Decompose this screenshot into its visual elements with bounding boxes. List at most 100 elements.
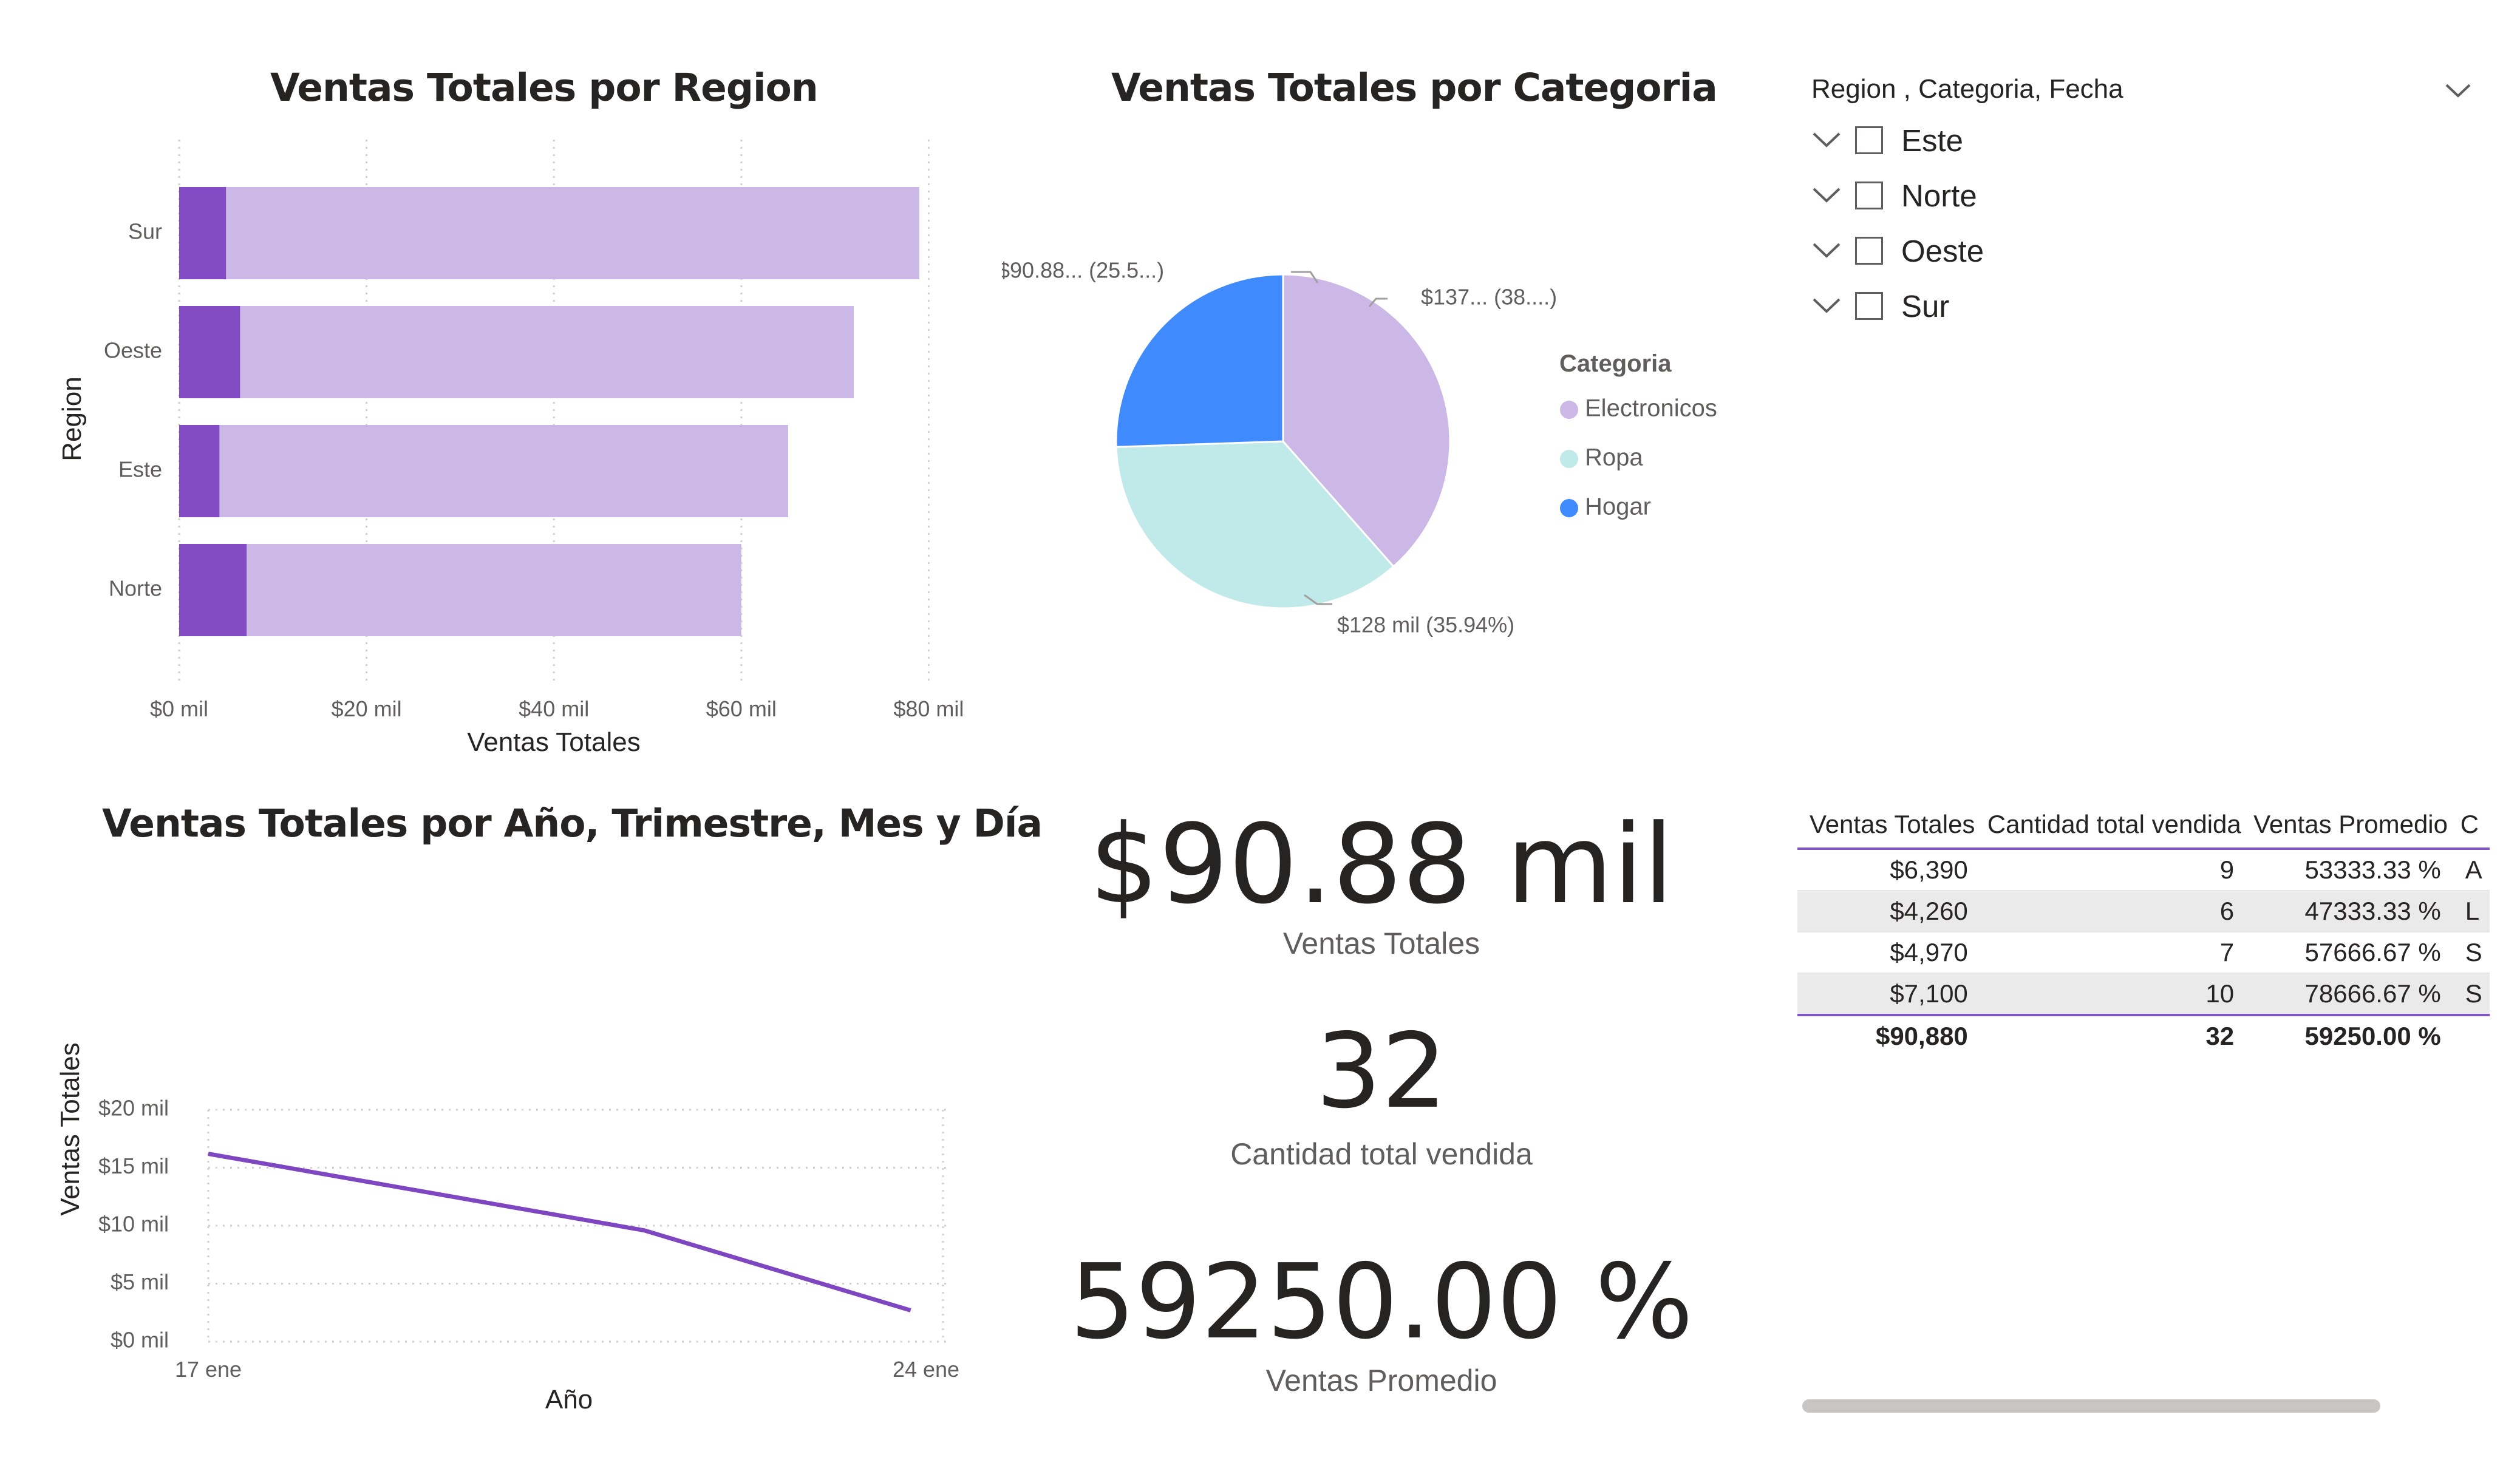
table-cell: 47333.33 % — [2241, 891, 2448, 932]
pie-chart[interactable]: $137... (38....) $128 mil (35.94%) $90.8… — [1002, 231, 1791, 656]
line-chart-title: Ventas Totales por Año, Trimestre, Mes y… — [102, 801, 1043, 846]
table-cell: $6,390 — [1797, 849, 1975, 891]
slicer-header[interactable]: Region , Categoria, Fecha — [1811, 74, 2491, 110]
line-chart-ylabel: Ventas Totales — [55, 1042, 85, 1215]
chevron-down-icon[interactable] — [1811, 291, 1842, 321]
checkbox[interactable] — [1855, 182, 1883, 209]
pie-label-ropa: $128 mil (35.94%) — [1337, 613, 1514, 637]
x-tick-label: $0 mil — [150, 696, 208, 721]
table-cell: S — [2448, 932, 2490, 974]
legend-marker — [1560, 499, 1578, 517]
pie-label-hogar: $90.88... (25.5...) — [1002, 258, 1164, 283]
table-cell: A — [2448, 849, 2490, 891]
table-row[interactable]: $4,970 7 57666.67 % S — [1797, 932, 2490, 974]
table-cell: 53333.33 % — [2241, 849, 2448, 891]
bar-segment-highlight — [179, 187, 226, 279]
checkbox[interactable] — [1855, 237, 1883, 265]
category-label: Oeste — [104, 338, 162, 363]
card-sales-label: Ventas Totales — [1282, 926, 1480, 960]
checkbox[interactable] — [1855, 126, 1883, 154]
table-cell: $4,260 — [1797, 891, 1975, 932]
card-qty-value: 32 — [1315, 1011, 1448, 1132]
table-cell: 7 — [1975, 932, 2242, 974]
table-cell: $4,970 — [1797, 932, 1975, 974]
x-tick-label: 24 ene — [893, 1357, 959, 1382]
bar-chart[interactable]: Sur Oeste Este Norte $0 mil $20 mil $40 mil $6… — [0, 109, 1002, 765]
table-row[interactable]: $4,260 6 47333.33 % L — [1797, 891, 2490, 932]
slicer-item-oeste[interactable]: Oeste — [1811, 229, 2176, 273]
line-series — [208, 1152, 911, 1313]
bar-chart-title: Ventas Totales por Region — [270, 66, 819, 110]
chevron-down-icon[interactable] — [1811, 125, 1842, 155]
slicer-item-este[interactable]: Este — [1811, 118, 2176, 162]
y-tick-label: $15 mil — [98, 1153, 169, 1178]
chevron-down-icon[interactable] — [1811, 180, 1842, 211]
table-cell — [2448, 1014, 2490, 1056]
legend-label: Electronicos — [1585, 395, 1717, 422]
category-label: Norte — [109, 576, 162, 601]
bar-segment-total — [179, 306, 854, 398]
chevron-down-icon[interactable] — [1811, 236, 1842, 266]
legend-label: Hogar — [1585, 494, 1651, 520]
slicer-item-label: Este — [1901, 123, 1964, 158]
table-cell: 6 — [1975, 891, 2242, 932]
slicer-title: Region , Categoria, Fecha — [1811, 74, 2123, 104]
card-avg-value: 59250.00 % — [1069, 1242, 1694, 1362]
pie-slice — [1115, 273, 1284, 448]
bar-segment-highlight — [179, 306, 240, 398]
bar-chart-xlabel: Ventas Totales — [467, 727, 640, 757]
y-tick-label: $10 mil — [98, 1212, 169, 1237]
table-cell: 32 — [1975, 1014, 2242, 1056]
table-cell: 78666.67 % — [2241, 973, 2448, 1016]
bar-segment-highlight — [179, 425, 220, 517]
slicer-item-label: Norte — [1901, 178, 1977, 213]
y-tick-label: $20 mil — [98, 1096, 169, 1121]
table-header-row: Ventas Totales Cantidad total vendida Ve… — [1797, 801, 2490, 850]
column-header[interactable]: C — [2448, 801, 2490, 850]
bar-chart-ylabel: Region — [57, 376, 87, 461]
column-header[interactable]: Ventas Promedio — [2241, 801, 2448, 850]
card-qty-label: Cantidad total vendida — [1230, 1137, 1533, 1171]
legend-label: Ropa — [1585, 444, 1643, 471]
table-horizontal-scrollbar[interactable] — [1802, 1399, 2380, 1413]
card-sales-value: $90.88 mil — [1089, 801, 1674, 928]
x-tick-label: $20 mil — [332, 696, 402, 721]
slicer-item-norte[interactable]: Norte — [1811, 174, 2176, 217]
table-cell: 10 — [1975, 973, 2242, 1016]
table-cell: 59250.00 % — [2241, 1014, 2448, 1056]
category-label: Este — [118, 457, 162, 482]
y-tick-label: $0 mil — [111, 1328, 169, 1353]
x-tick-label: 17 ene — [175, 1357, 242, 1382]
slicer-item-label: Oeste — [1901, 233, 1984, 268]
category-label: Sur — [128, 219, 162, 244]
pie-chart-title: Ventas Totales por Categoria — [1111, 66, 1718, 110]
bar-segment-highlight — [179, 544, 247, 636]
bar-segment-total — [179, 425, 788, 517]
card-avg-label: Ventas Promedio — [1265, 1364, 1497, 1398]
legend-marker — [1560, 450, 1578, 468]
x-tick-label: $40 mil — [519, 696, 589, 721]
line-chart-xlabel: Año — [545, 1385, 593, 1415]
legend-marker — [1560, 401, 1578, 419]
y-tick-label: $5 mil — [111, 1269, 169, 1294]
table-row[interactable]: $7,100 10 78666.67 % S — [1797, 973, 2490, 1016]
column-header[interactable]: Ventas Totales — [1797, 801, 1975, 850]
table-cell: 57666.67 % — [2241, 932, 2448, 974]
column-header[interactable]: Cantidad total vendida — [1975, 801, 2242, 850]
table-row[interactable]: $6,390 9 53333.33 % A — [1797, 849, 2490, 891]
table-cell: S — [2448, 973, 2490, 1016]
bar-segment-total — [179, 544, 741, 636]
chevron-down-icon[interactable] — [2443, 79, 2473, 103]
slicer-item-sur[interactable]: Sur — [1811, 284, 2176, 328]
data-table[interactable]: Ventas Totales Cantidad total vendida Ve… — [1797, 801, 2490, 1081]
table-cell: 9 — [1975, 849, 2242, 891]
bar-segment-total — [179, 187, 919, 279]
table-cell: L — [2448, 891, 2490, 932]
line-chart[interactable]: $0 mil $5 mil $10 mil $15 mil $20 mil 17 ene… — [0, 850, 1002, 1433]
pie-legend-title: Categoria — [1559, 350, 1672, 377]
pie-label-electronicos: $137... (38....) — [1421, 285, 1557, 310]
x-tick-label: $60 mil — [706, 696, 777, 721]
x-tick-label: $80 mil — [893, 696, 964, 721]
checkbox[interactable] — [1855, 292, 1883, 320]
table-cell: $90,880 — [1797, 1014, 1975, 1056]
